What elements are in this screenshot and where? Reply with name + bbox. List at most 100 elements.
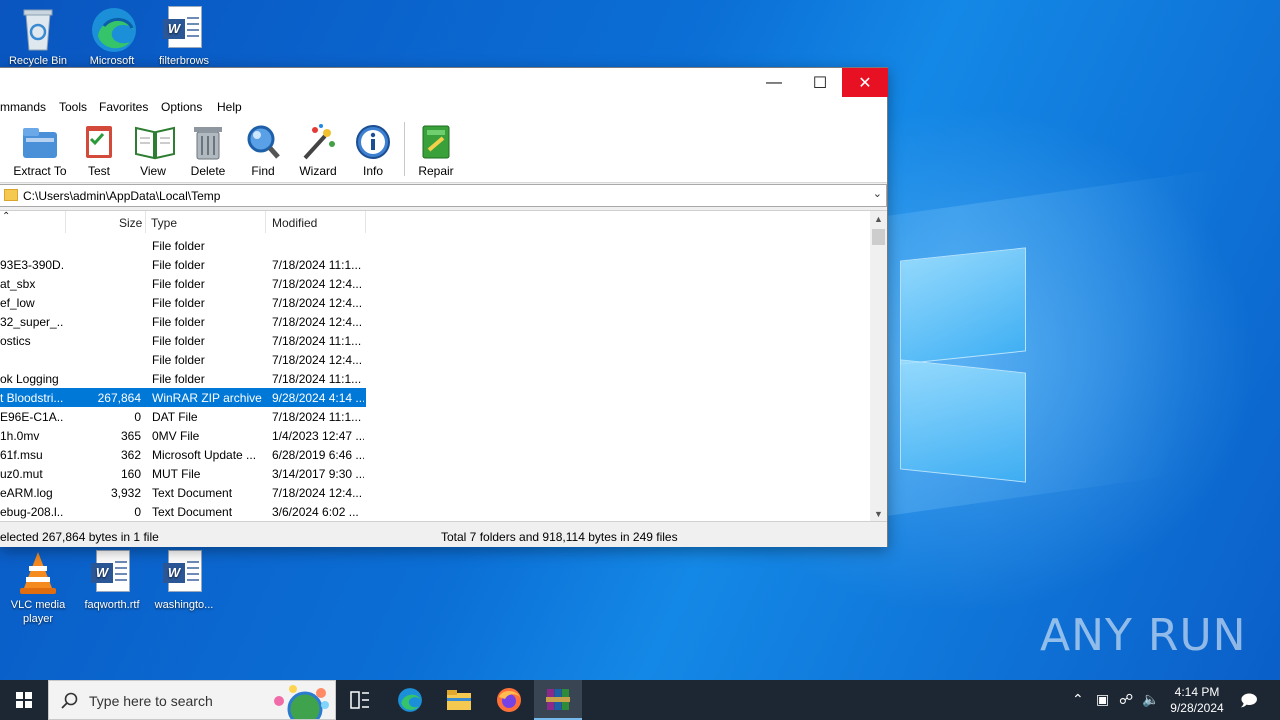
wizard-wand-icon <box>299 124 337 160</box>
vlc-icon <box>16 550 60 594</box>
meet-now-icon[interactable]: ▣ <box>1096 691 1109 708</box>
start-button[interactable] <box>0 680 48 720</box>
column-size[interactable]: Size <box>119 216 142 230</box>
scroll-down-icon[interactable]: ▼ <box>870 506 887 521</box>
file-modified-cell: 3/6/2024 6:02 ... <box>272 505 359 519</box>
file-name-cell: 61f.msu <box>0 448 43 462</box>
maximize-button[interactable]: ☐ <box>797 68 843 97</box>
status-total: Total 7 folders and 918,114 bytes in 249… <box>441 530 678 544</box>
desktop-icon-label: Microsoft <box>89 55 135 67</box>
menu-options[interactable]: Options <box>161 100 202 114</box>
scroll-up-icon[interactable]: ▲ <box>870 211 887 228</box>
table-row[interactable]: eARM.log 3,932 Text Document 7/18/2024 12:4… <box>0 483 870 502</box>
taskbar-search-box[interactable]: Type here to search <box>48 680 336 720</box>
desktop-icon-filterbrows[interactable]: W filterbrows <box>146 6 222 68</box>
scroll-thumb[interactable] <box>872 229 885 245</box>
desktop-icon-label: faqworth.rtf <box>84 599 140 611</box>
taskbar-firefox[interactable] <box>485 680 533 720</box>
desktop-icon-label: washingto... <box>154 599 214 611</box>
view-button[interactable]: View <box>123 124 183 178</box>
network-icon[interactable]: ☍ <box>1119 691 1133 708</box>
windows-wallpaper-logo <box>880 236 1030 483</box>
menu-help[interactable]: Help <box>217 100 242 114</box>
table-row[interactable]: ebug-208.l... 0 Text Document 3/6/2024 6:02… <box>0 502 870 521</box>
taskbar-edge[interactable] <box>386 680 434 720</box>
file-explorer-icon <box>447 690 471 710</box>
test-icon <box>80 124 118 160</box>
table-row[interactable]: E96E-C1A... 0 DAT File 7/18/2024 11:1... <box>0 407 870 426</box>
taskbar-clock[interactable]: 4:14 PM 9/28/2024 <box>1162 684 1232 716</box>
file-type-cell: File folder <box>152 296 205 310</box>
word-doc-icon: W <box>162 6 206 50</box>
firefox-icon <box>497 688 521 712</box>
word-doc-icon: W <box>90 550 134 594</box>
file-type-cell: File folder <box>152 372 205 386</box>
find-button[interactable]: Find <box>233 124 293 178</box>
notifications-icon[interactable]: 🗩 <box>1240 690 1258 717</box>
close-button[interactable]: ✕ <box>842 68 888 97</box>
desktop-icon-faqworth[interactable]: W faqworth.rtf <box>74 550 150 612</box>
delete-button[interactable]: Delete <box>178 124 238 178</box>
status-bar: elected 267,864 bytes in 1 file Total 7 … <box>0 524 887 547</box>
desktop-icon-recycle-bin[interactable]: Recycle Bin <box>0 6 76 68</box>
address-bar[interactable]: C:\Users\admin\AppData\Local\Temp ⌄ <box>0 184 887 207</box>
sort-up-icon[interactable]: ⌃ <box>2 211 10 222</box>
file-size-cell: 362 <box>120 448 141 462</box>
menu-commands[interactable]: mmands <box>0 100 46 114</box>
file-size-cell: 0 <box>134 410 141 424</box>
table-row[interactable]: File folder 7/18/2024 12:4... <box>0 350 870 369</box>
vertical-scrollbar[interactable]: ▲ ▼ <box>870 211 887 521</box>
table-row[interactable]: ef_low File folder 7/18/2024 12:4... <box>0 293 870 312</box>
table-row[interactable]: uz0.mut 160 MUT File 3/14/2017 9:30 ... <box>0 464 870 483</box>
menu-favorites[interactable]: Favorites <box>99 100 148 114</box>
desktop-icon-microsoft-edge[interactable]: Microsoft <box>74 6 150 68</box>
file-type-cell: WinRAR ZIP archive <box>152 391 262 405</box>
table-row[interactable]: 1h.0mv 365 0MV File 1/4/2023 12:47 ... <box>0 426 870 445</box>
taskbar-file-explorer[interactable] <box>435 680 483 720</box>
minimize-button[interactable]: — <box>751 68 797 97</box>
table-row[interactable]: ostics File folder 7/18/2024 11:1... <box>0 331 870 350</box>
taskbar-winrar[interactable] <box>534 680 582 720</box>
file-modified-cell: 6/28/2019 6:46 ... <box>272 448 364 462</box>
file-type-cell: File folder <box>152 353 205 367</box>
file-type-cell: Microsoft Update ... <box>152 448 257 462</box>
chevron-down-icon[interactable]: ⌄ <box>873 187 882 200</box>
table-row[interactable]: at_sbx File folder 7/18/2024 12:4... <box>0 274 870 293</box>
file-modified-cell: 7/18/2024 11:1... <box>272 258 362 272</box>
table-row[interactable]: File folder <box>0 236 870 255</box>
edge-icon <box>398 688 422 712</box>
column-type[interactable]: Type <box>151 216 177 230</box>
task-view-button[interactable] <box>336 680 384 720</box>
file-type-cell: File folder <box>152 258 205 272</box>
info-button[interactable]: Info <box>343 124 403 178</box>
file-modified-cell: 3/14/2017 9:30 ... <box>272 467 364 481</box>
file-name-cell: ef_low <box>0 296 35 310</box>
recycle-bin-icon <box>16 6 60 51</box>
search-icon <box>61 692 78 709</box>
wizard-button[interactable]: Wizard <box>288 124 348 178</box>
file-modified-cell: 7/18/2024 12:4... <box>272 315 363 329</box>
title-bar[interactable]: — ☐ ✕ <box>0 68 888 97</box>
volume-icon[interactable]: 🔈 <box>1142 691 1159 708</box>
table-row[interactable]: 61f.msu 362 Microsoft Update ... 6/28/2019 … <box>0 445 870 464</box>
table-row[interactable]: t Bloodstri... 267,864 WinRAR ZIP archive 9… <box>0 388 870 407</box>
show-hidden-icons-icon[interactable]: ⌃ <box>1072 691 1084 708</box>
file-name-cell: uz0.mut <box>0 467 43 481</box>
view-book-icon <box>134 124 175 160</box>
column-modified[interactable]: Modified <box>272 216 317 230</box>
search-highlight-icon <box>274 685 329 719</box>
desktop-icon-washington[interactable]: W washingto... <box>146 550 222 612</box>
test-button[interactable]: Test <box>69 124 129 178</box>
table-row[interactable]: 93E3-390D... File folder 7/18/2024 11:1... <box>0 255 870 274</box>
table-row[interactable]: 32_super_... File folder 7/18/2024 12:4... <box>0 312 870 331</box>
status-selected: elected 267,864 bytes in 1 file <box>0 530 159 544</box>
file-modified-cell: 1/4/2023 12:47 ... <box>272 429 364 443</box>
desktop-icon-vlc[interactable]: VLC media player <box>0 550 76 626</box>
winrar-icon <box>546 689 570 710</box>
extract-to-button[interactable]: Extract To <box>10 124 70 178</box>
file-modified-cell: 7/18/2024 12:4... <box>272 486 363 500</box>
tool-label: Delete <box>190 164 226 178</box>
repair-button[interactable]: Repair <box>406 124 466 178</box>
table-row[interactable]: ok Logging File folder 7/18/2024 11:1... <box>0 369 870 388</box>
menu-tools[interactable]: Tools <box>59 100 87 114</box>
